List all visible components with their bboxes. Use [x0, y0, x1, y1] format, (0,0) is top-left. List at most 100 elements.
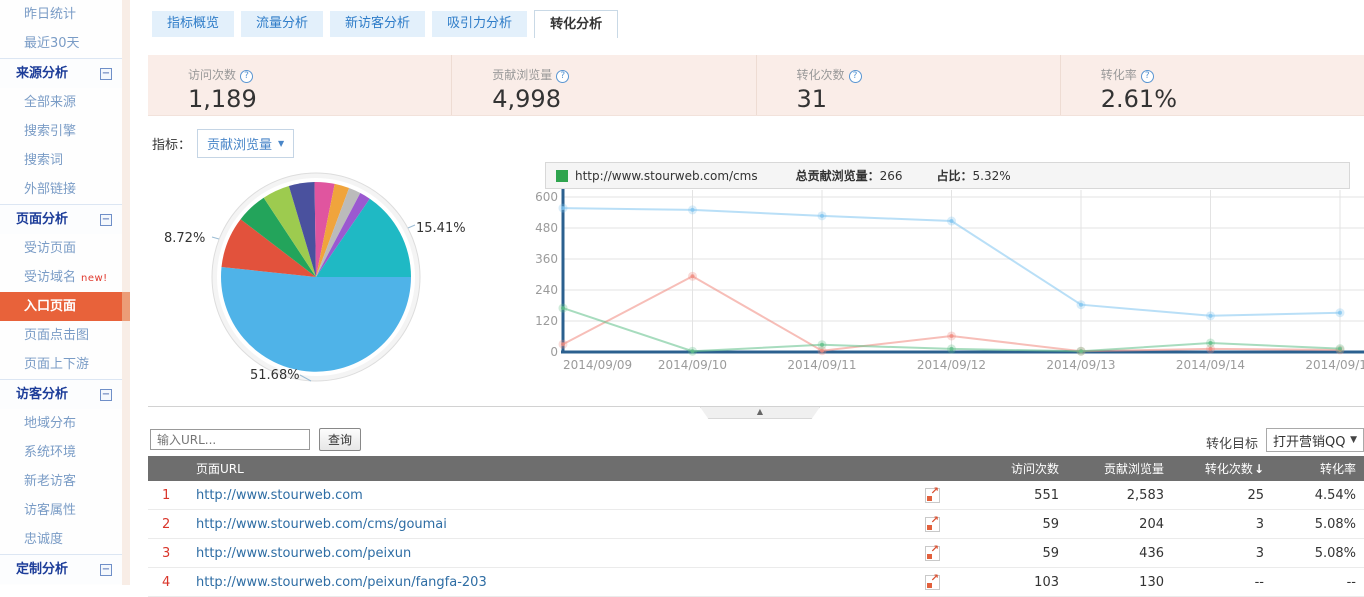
y-tick-label: 0 [550, 345, 558, 359]
y-tick-label: 600 [535, 190, 558, 204]
data-point-core [950, 219, 954, 223]
collapse-section-icon[interactable]: − [100, 564, 112, 576]
data-point-core [1209, 347, 1213, 351]
sidebar-item-18[interactable]: 忠诚度 [0, 525, 122, 554]
page-url-link[interactable]: http://www.stourweb.com/cms/goumai [196, 517, 447, 532]
sidebar-item-11[interactable]: 页面点击图 [0, 321, 122, 350]
cell-conversions: 3 [1164, 546, 1264, 561]
sidebar-item-label: 最近30天 [24, 36, 80, 51]
help-icon[interactable]: ? [1141, 70, 1154, 83]
line-chart[interactable]: http://www.stourweb.com/cms 总贡献浏览量： 266 … [528, 160, 1364, 405]
sidebar-item-16[interactable]: 新老访客 [0, 467, 122, 496]
sidebar-item-6[interactable]: 外部链接 [0, 175, 122, 204]
x-tick-label: 2014/09/09 [563, 358, 632, 372]
page-url-link[interactable]: http://www.stourweb.com/peixun/fangfa-20… [196, 575, 487, 590]
sidebar-item-label: 受访域名 [24, 270, 76, 285]
open-page-icon[interactable] [925, 546, 940, 561]
open-page-icon[interactable] [925, 517, 940, 532]
new-badge: new! [81, 273, 108, 284]
open-page-icon[interactable] [925, 575, 940, 590]
sidebar-item-17[interactable]: 访客属性 [0, 496, 122, 525]
sidebar-item-label: 全部来源 [24, 95, 76, 110]
table-header: 页面URL 访问次数贡献浏览量转化次数↓转化率 [148, 456, 1364, 481]
y-tick-label: 360 [535, 252, 558, 266]
cell-rate: -- [1264, 575, 1364, 590]
sidebar-item-12[interactable]: 页面上下游 [0, 350, 122, 379]
sidebar-item-0[interactable]: 昨日统计 [0, 0, 122, 29]
sidebar-section-7[interactable]: 页面分析− [0, 204, 122, 234]
collapse-section-icon[interactable]: − [100, 68, 112, 80]
sidebar-item-9[interactable]: 受访域名 new! [0, 263, 122, 292]
pie-label-connector [212, 237, 219, 239]
collapse-section-icon[interactable]: − [100, 214, 112, 226]
sidebar-item-1[interactable]: 最近30天 [0, 29, 122, 58]
sidebar-item-3[interactable]: 全部来源 [0, 88, 122, 117]
data-point-core [561, 342, 565, 346]
help-icon[interactable]: ? [849, 70, 862, 83]
search-button[interactable]: 查询 [319, 428, 361, 451]
sidebar-item-label: 页面上下游 [24, 357, 89, 372]
x-tick-label: 2014/09/10 [658, 358, 727, 372]
column-header-0[interactable]: 页面URL [148, 460, 917, 477]
data-point-core [820, 214, 824, 218]
cell-conversions: 25 [1164, 488, 1264, 503]
cell-visits: 59 [963, 517, 1059, 532]
table-row-2[interactable]: 3http://www.stourweb.com/peixun5943635.0… [148, 539, 1364, 568]
sidebar-item-5[interactable]: 搜索词 [0, 146, 122, 175]
data-point-core [1079, 303, 1083, 307]
x-tick-label: 2014/09/12 [917, 358, 986, 372]
tab-2[interactable]: 新访客分析 [330, 11, 425, 37]
data-point-core [1209, 341, 1213, 345]
data-point-core [1338, 347, 1342, 351]
hover-legend: http://www.stourweb.com/cms 总贡献浏览量： 266 … [545, 162, 1350, 189]
pie-chart[interactable]: 51.68% 8.72% 15.41% [150, 165, 482, 397]
tab-1[interactable]: 流量分析 [241, 11, 323, 37]
data-point-core [691, 274, 695, 278]
stat-label: 贡献浏览量? [492, 66, 755, 83]
sidebar-item-label: 定制分析 [16, 555, 68, 585]
analytics-page: { "sidebar": { "items": [ {"label": "昨日统… [0, 0, 1364, 585]
page-url-link[interactable]: http://www.stourweb.com/peixun [196, 546, 411, 561]
sidebar-section-13[interactable]: 访客分析− [0, 379, 122, 409]
data-point-core [561, 306, 565, 310]
sidebar-item-14[interactable]: 地域分布 [0, 409, 122, 438]
sidebar-section-19[interactable]: 定制分析 − [0, 554, 122, 584]
help-icon[interactable]: ? [240, 70, 253, 83]
conversion-goal-select[interactable]: 打开营销QQ ▼ [1266, 428, 1364, 452]
sidebar-item-4[interactable]: 搜索引擎 [0, 117, 122, 146]
column-header-2[interactable]: 贡献浏览量 [1059, 460, 1164, 477]
sidebar-item-15[interactable]: 系统环境 [0, 438, 122, 467]
column-header-1[interactable]: 访问次数 [963, 460, 1059, 477]
tab-4[interactable]: 转化分析 [534, 10, 618, 38]
column-header-4[interactable]: 转化率 [1264, 460, 1364, 477]
column-header-3[interactable]: 转化次数↓ [1164, 460, 1264, 477]
pie-label-right: 15.41% [416, 221, 466, 236]
open-page-icon[interactable] [925, 488, 940, 503]
collapse-panel-button[interactable]: ▲ [700, 407, 820, 419]
collapse-section-icon[interactable]: − [100, 389, 112, 401]
metric-dropdown[interactable]: 贡献浏览量 ▼ [197, 129, 294, 158]
stat-value: 4,998 [492, 85, 755, 113]
sidebar-item-8[interactable]: 受访页面 [0, 234, 122, 263]
sidebar-section-2[interactable]: 来源分析− [0, 58, 122, 88]
legend-url: http://www.stourweb.com/cms [575, 169, 758, 183]
pie-label-left: 8.72% [164, 231, 205, 246]
sidebar-item-label: 页面点击图 [24, 328, 89, 343]
sidebar-item-label: 地域分布 [24, 416, 76, 431]
url-search-input[interactable] [150, 429, 310, 450]
sidebar-item-10[interactable]: 入口页面 [0, 292, 122, 321]
table-row-3[interactable]: 4http://www.stourweb.com/peixun/fangfa-2… [148, 568, 1364, 597]
sidebar-item-label: 搜索词 [24, 153, 63, 168]
table-row-1[interactable]: 2http://www.stourweb.com/cms/goumai59204… [148, 510, 1364, 539]
help-icon[interactable]: ? [556, 70, 569, 83]
stat-card-2: 转化次数?31 [756, 55, 1060, 115]
tab-0[interactable]: 指标概览 [152, 11, 234, 37]
page-url-link[interactable]: http://www.stourweb.com [196, 488, 363, 503]
cell-conversions: -- [1164, 575, 1264, 590]
tab-3[interactable]: 吸引力分析 [432, 11, 527, 37]
x-tick-label: 2014/09/15 [1305, 358, 1364, 372]
table-row-0[interactable]: 1http://www.stourweb.com5512,583254.54% [148, 481, 1364, 510]
stat-label: 转化率? [1101, 66, 1364, 83]
metric-selector-row: 指标： 贡献浏览量 ▼ [152, 129, 294, 158]
legend-total-label: 总贡献浏览量： [796, 167, 880, 184]
